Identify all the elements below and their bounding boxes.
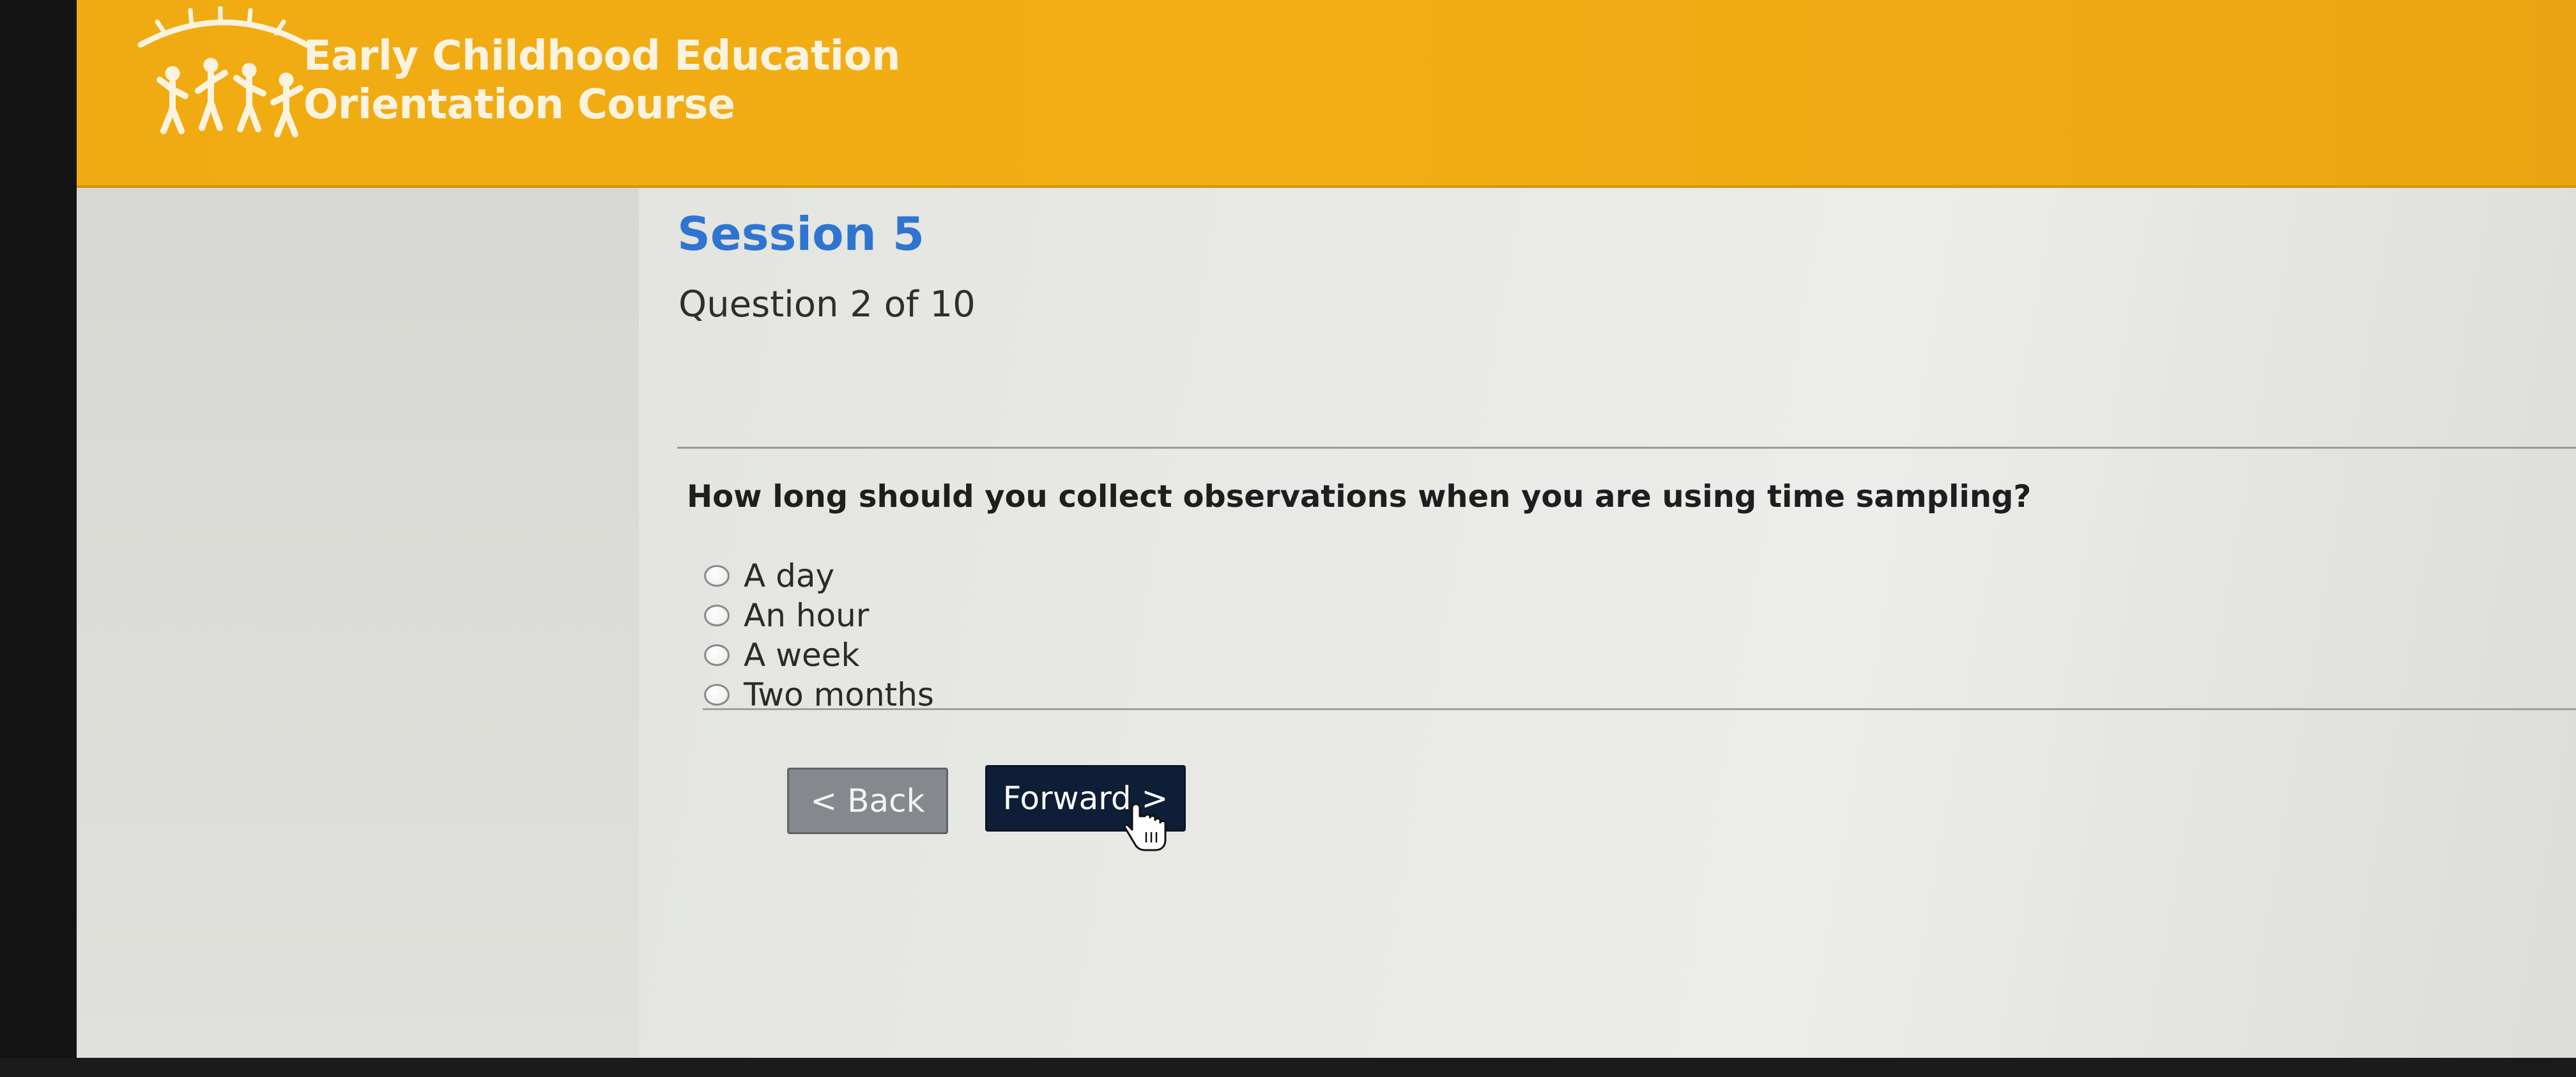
course-header: Early Childhood Education Orientation Co…	[77, 0, 2576, 188]
divider-top	[677, 447, 2576, 449]
question-counter: Question 2 of 10	[678, 284, 976, 325]
session-title: Session 5	[677, 207, 924, 261]
children-silhouettes-logo-icon	[137, 6, 310, 137]
browser-page: Early Childhood Education Orientation Co…	[77, 0, 2576, 1077]
answer-label: A week	[744, 637, 860, 674]
quiz-content: Session 5 Question 2 of 10 How long shou…	[677, 188, 2576, 1077]
course-title: Early Childhood Education Orientation Co…	[303, 32, 901, 129]
back-button[interactable]: < Back	[787, 768, 948, 834]
course-title-line2: Orientation Course	[303, 81, 735, 128]
answer-option-a-week[interactable]: A week	[704, 637, 859, 674]
radio-button[interactable]	[704, 684, 730, 706]
radio-button[interactable]	[704, 644, 730, 666]
divider-bottom	[703, 708, 2576, 710]
course-title-line1: Early Childhood Education	[303, 33, 901, 80]
left-sidebar-panel	[77, 188, 639, 1077]
question-text: How long should you collect observations…	[687, 479, 2032, 515]
answer-label: A day	[744, 557, 835, 594]
monitor-bezel	[0, 1058, 2576, 1077]
radio-button[interactable]	[704, 605, 730, 626]
answer-label: An hour	[744, 597, 870, 634]
forward-button[interactable]: Forward >	[985, 765, 1186, 832]
answer-option-a-day[interactable]: A day	[704, 557, 834, 594]
answer-option-an-hour[interactable]: An hour	[704, 597, 869, 634]
radio-button[interactable]	[704, 565, 730, 587]
